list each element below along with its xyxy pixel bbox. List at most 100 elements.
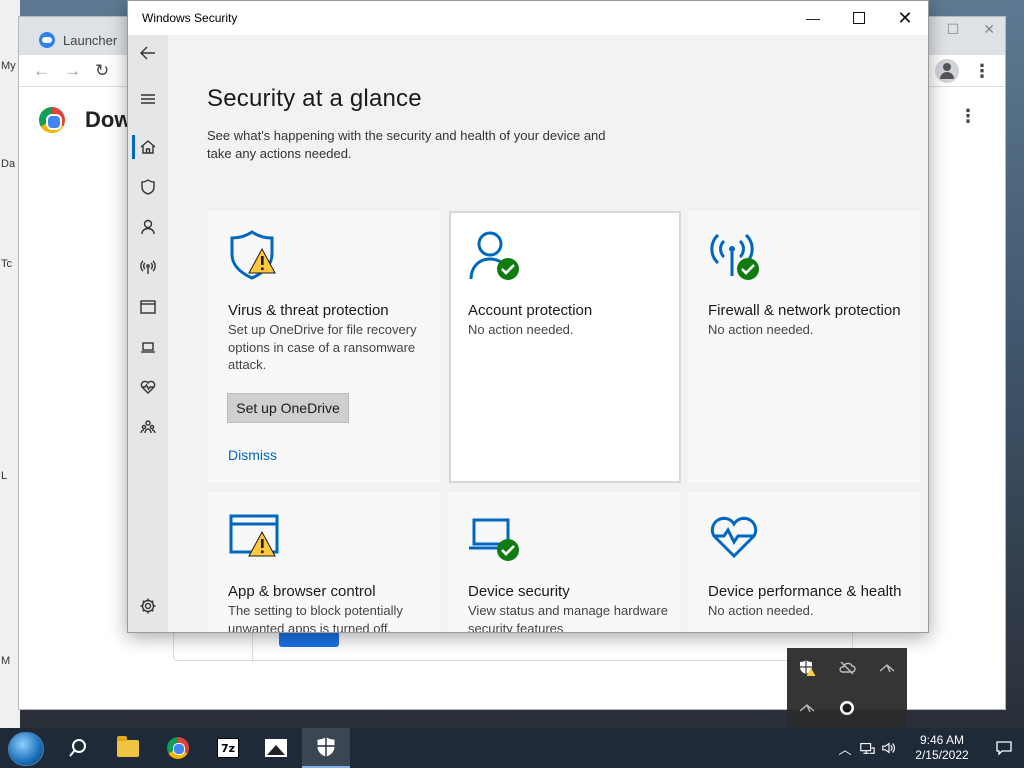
taskbar-chrome[interactable] — [154, 728, 202, 768]
tile-title: Firewall & network protection — [708, 302, 901, 319]
start-button[interactable] — [8, 732, 44, 766]
heart-icon — [140, 380, 156, 394]
chrome-icon — [167, 737, 189, 759]
sidebar-item-device-security[interactable] — [128, 331, 168, 363]
title-bar: Windows Security — ✕ — [128, 1, 928, 35]
person-icon — [141, 219, 155, 235]
sidebar-item-settings[interactable] — [128, 590, 168, 622]
desktop-edge: My Da Tc L M — [0, 0, 20, 728]
window-title: Windows Security — [142, 11, 238, 25]
onedrive-off-icon[interactable] — [838, 659, 856, 677]
show-hidden-icons-button[interactable]: ︿ — [834, 728, 856, 768]
page-menu-icon[interactable]: ⋮ — [959, 107, 977, 125]
taskbar: 7z ︿ 9:46 AM 2/15/2022 — [0, 728, 1024, 768]
desktop-edge-label: M — [1, 655, 11, 667]
taskbar-windows-security[interactable] — [302, 728, 350, 768]
tile-description: View status and manage hardware security… — [468, 603, 668, 633]
tile-description: No action needed. — [708, 603, 814, 618]
dismiss-link[interactable]: Dismiss — [228, 447, 277, 463]
desktop-edge-label: L — [1, 470, 8, 482]
launcher-icon — [39, 32, 55, 48]
close-icon[interactable]: ✕ — [983, 21, 995, 38]
browser-warning-icon — [229, 514, 279, 557]
network-icon[interactable] — [856, 728, 878, 768]
back-arrow-icon[interactable]: ← — [33, 61, 50, 81]
sidebar-item-firewall[interactable] — [128, 251, 168, 283]
folder-icon — [117, 735, 139, 757]
tray-app-icon[interactable] — [878, 659, 896, 677]
security-shield-icon[interactable] — [798, 659, 816, 677]
desktop-edge-label: Tc — [1, 258, 12, 270]
maximize-button[interactable] — [836, 1, 882, 35]
page-subtitle: See what's happening with the security a… — [207, 128, 606, 161]
forward-arrow-icon[interactable]: → — [64, 61, 81, 81]
taskbar-clock[interactable]: 9:46 AM 2/15/2022 — [900, 733, 984, 763]
search-button[interactable] — [54, 728, 102, 768]
clock-time: 9:46 AM — [919, 733, 965, 747]
chrome-tab[interactable]: Launcher — [31, 25, 131, 55]
tile-description: No action needed. — [708, 322, 814, 337]
desktop-edge-label: My — [1, 60, 16, 72]
system-tray: ︿ 9:46 AM 2/15/2022 — [834, 728, 1024, 768]
tile-title: Virus & threat protection — [228, 302, 389, 319]
sidebar-item-account-protection[interactable] — [128, 211, 168, 243]
sidebar-item-family[interactable] — [128, 411, 168, 443]
circle-app-icon[interactable] — [838, 699, 856, 717]
windows-security-icon — [317, 737, 335, 757]
tile-device-security[interactable]: Device security View status and manage h… — [448, 492, 680, 633]
tray-app-icon[interactable] — [798, 699, 816, 717]
browser-window-icon — [140, 300, 156, 314]
home-icon — [140, 140, 156, 154]
tile-firewall-network-protection[interactable]: Firewall & network protection No action … — [688, 211, 920, 483]
search-icon — [69, 739, 86, 757]
sidebar-item-home[interactable] — [128, 131, 168, 163]
menu-button[interactable] — [128, 83, 168, 115]
photos-icon — [265, 739, 287, 757]
chrome-logo-icon — [39, 107, 65, 133]
person-check-icon — [469, 231, 519, 280]
chrome-window-controls: ☐ ✕ — [947, 17, 995, 41]
clock-date: 2/15/2022 — [915, 748, 969, 762]
minimize-button[interactable]: — — [790, 1, 836, 35]
heart-pulse-icon — [710, 516, 758, 559]
sidebar-item-device-health[interactable] — [128, 371, 168, 403]
antenna-icon — [140, 260, 156, 274]
page-heading: Dow — [85, 107, 132, 132]
7zip-icon: 7z — [217, 738, 239, 758]
more-options-icon[interactable]: ⋮ — [973, 62, 991, 80]
tile-account-protection[interactable]: Account protection No action needed. — [449, 211, 681, 483]
taskbar-file-explorer[interactable] — [104, 728, 152, 768]
sidebar-item-virus-protection[interactable] — [128, 171, 168, 203]
sidebar — [128, 35, 168, 632]
close-button[interactable]: ✕ — [882, 1, 928, 35]
volume-icon[interactable] — [878, 728, 900, 768]
family-icon — [140, 420, 156, 434]
chrome-tab-title: Launcher — [63, 32, 118, 48]
windows-security-window: Windows Security — ✕ Security at a glanc… — [127, 0, 929, 633]
desktop-edge-label: Da — [1, 158, 16, 170]
setup-onedrive-button[interactable]: Set up OneDrive — [227, 393, 349, 423]
back-button[interactable] — [128, 37, 168, 69]
notification-icon — [996, 741, 1012, 756]
tray-overflow-popup — [787, 648, 907, 728]
profile-avatar-icon[interactable] — [935, 59, 959, 83]
taskbar-photos[interactable] — [252, 728, 300, 768]
laptop-check-icon — [469, 518, 519, 561]
hamburger-icon — [141, 94, 155, 104]
gear-icon — [140, 598, 156, 614]
back-arrow-icon — [140, 46, 155, 60]
tile-virus-threat-protection[interactable]: Virus & threat protection Set up OneDriv… — [208, 211, 440, 483]
page-title: Security at a glance — [207, 85, 422, 112]
tile-description: No action needed. — [468, 322, 574, 337]
tile-app-browser-control[interactable]: App & browser control The setting to blo… — [208, 492, 440, 633]
tile-title: App & browser control — [228, 583, 376, 600]
action-center-button[interactable] — [984, 728, 1024, 768]
tile-description: The setting to block potentially unwante… — [228, 603, 403, 633]
taskbar-7zip[interactable]: 7z — [204, 728, 252, 768]
maximize-icon[interactable]: ☐ — [947, 21, 960, 38]
sidebar-item-app-browser[interactable] — [128, 291, 168, 323]
tile-title: Device security — [468, 583, 570, 600]
tile-device-performance-health[interactable]: Device performance & health No action ne… — [688, 492, 920, 632]
reload-icon[interactable]: ↻ — [95, 61, 109, 81]
tile-description: Set up OneDrive for file recovery option… — [228, 322, 417, 372]
